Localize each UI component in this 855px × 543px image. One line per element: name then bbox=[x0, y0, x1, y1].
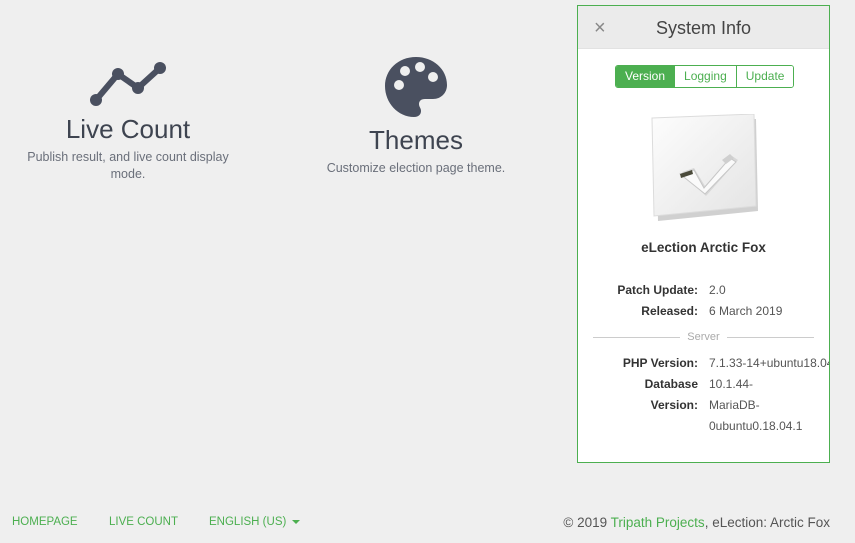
tripath-link[interactable]: Tripath Projects bbox=[611, 515, 705, 530]
tile-description: Publish result, and live count display m… bbox=[27, 150, 229, 181]
released-value: 6 March 2019 bbox=[709, 304, 783, 318]
server-divider: Server bbox=[593, 330, 814, 344]
released-label: Released: bbox=[641, 304, 698, 318]
palette-icon bbox=[385, 57, 447, 117]
tab-update[interactable]: Update bbox=[735, 66, 794, 87]
product-logo-icon bbox=[651, 114, 758, 221]
patch-label: Patch Update: bbox=[617, 283, 698, 297]
tile-description: Customize election page theme. bbox=[326, 161, 506, 175]
copyright-prefix: © 2019 bbox=[563, 515, 611, 530]
db-value: MariaDB- bbox=[709, 398, 760, 412]
tile-live-count[interactable]: Live Count Publish result, and live coun… bbox=[24, 60, 232, 183]
divider-label: Server bbox=[687, 331, 720, 343]
tab-version[interactable]: Version bbox=[616, 66, 675, 87]
info-row-db-3: 0ubuntu0.18.04.1 bbox=[578, 416, 829, 437]
tile-title: Themes bbox=[369, 125, 463, 155]
footer-link-homepage[interactable]: HOMEPAGE bbox=[12, 516, 78, 528]
info-row-db-1: Database 10.1.44- bbox=[578, 374, 829, 395]
copyright-suffix: , eLection: Arctic Fox bbox=[704, 515, 830, 530]
page: Live Count Publish result, and live coun… bbox=[0, 0, 855, 543]
db-value: 0ubuntu0.18.04.1 bbox=[709, 419, 803, 433]
info-row-patch: Patch Update: 2.0 bbox=[578, 280, 829, 301]
info-row-db-2: Version: MariaDB- bbox=[578, 395, 829, 416]
modal-header: System Info × bbox=[578, 6, 829, 49]
info-row-php: PHP Version: 7.1.33-14+ubuntu18.04.1+deb bbox=[578, 353, 829, 374]
product-name: eLection Arctic Fox bbox=[641, 240, 766, 255]
system-info-tabs: Version Logging Update bbox=[615, 65, 795, 88]
system-info-modal: System Info × Version Logging Update eLe… bbox=[577, 5, 830, 463]
footer-link-live-count[interactable]: LIVE COUNT bbox=[109, 516, 178, 528]
language-label: ENGLISH (US) bbox=[209, 516, 287, 528]
tile-themes[interactable]: Themes Customize election page theme. bbox=[316, 55, 516, 177]
copyright: © 2019 Tripath Projects, eLection: Arcti… bbox=[563, 515, 830, 530]
patch-value: 2.0 bbox=[709, 283, 726, 297]
db-label: Database bbox=[644, 377, 698, 391]
modal-title: System Info bbox=[655, 18, 752, 38]
db-label: Version: bbox=[650, 398, 698, 412]
info-row-released: Released: 6 March 2019 bbox=[578, 301, 829, 322]
line-chart-icon bbox=[90, 62, 166, 106]
close-icon[interactable]: × bbox=[594, 18, 606, 38]
php-label: PHP Version: bbox=[622, 356, 698, 370]
php-value: 7.1.33-14+ubuntu18.04.1+deb bbox=[709, 356, 829, 370]
tab-logging[interactable]: Logging bbox=[674, 66, 736, 87]
language-dropdown[interactable]: ENGLISH (US) bbox=[209, 516, 301, 528]
db-value: 10.1.44- bbox=[709, 377, 754, 391]
tile-title: Live Count bbox=[65, 114, 191, 144]
caret-down-icon bbox=[292, 519, 301, 524]
